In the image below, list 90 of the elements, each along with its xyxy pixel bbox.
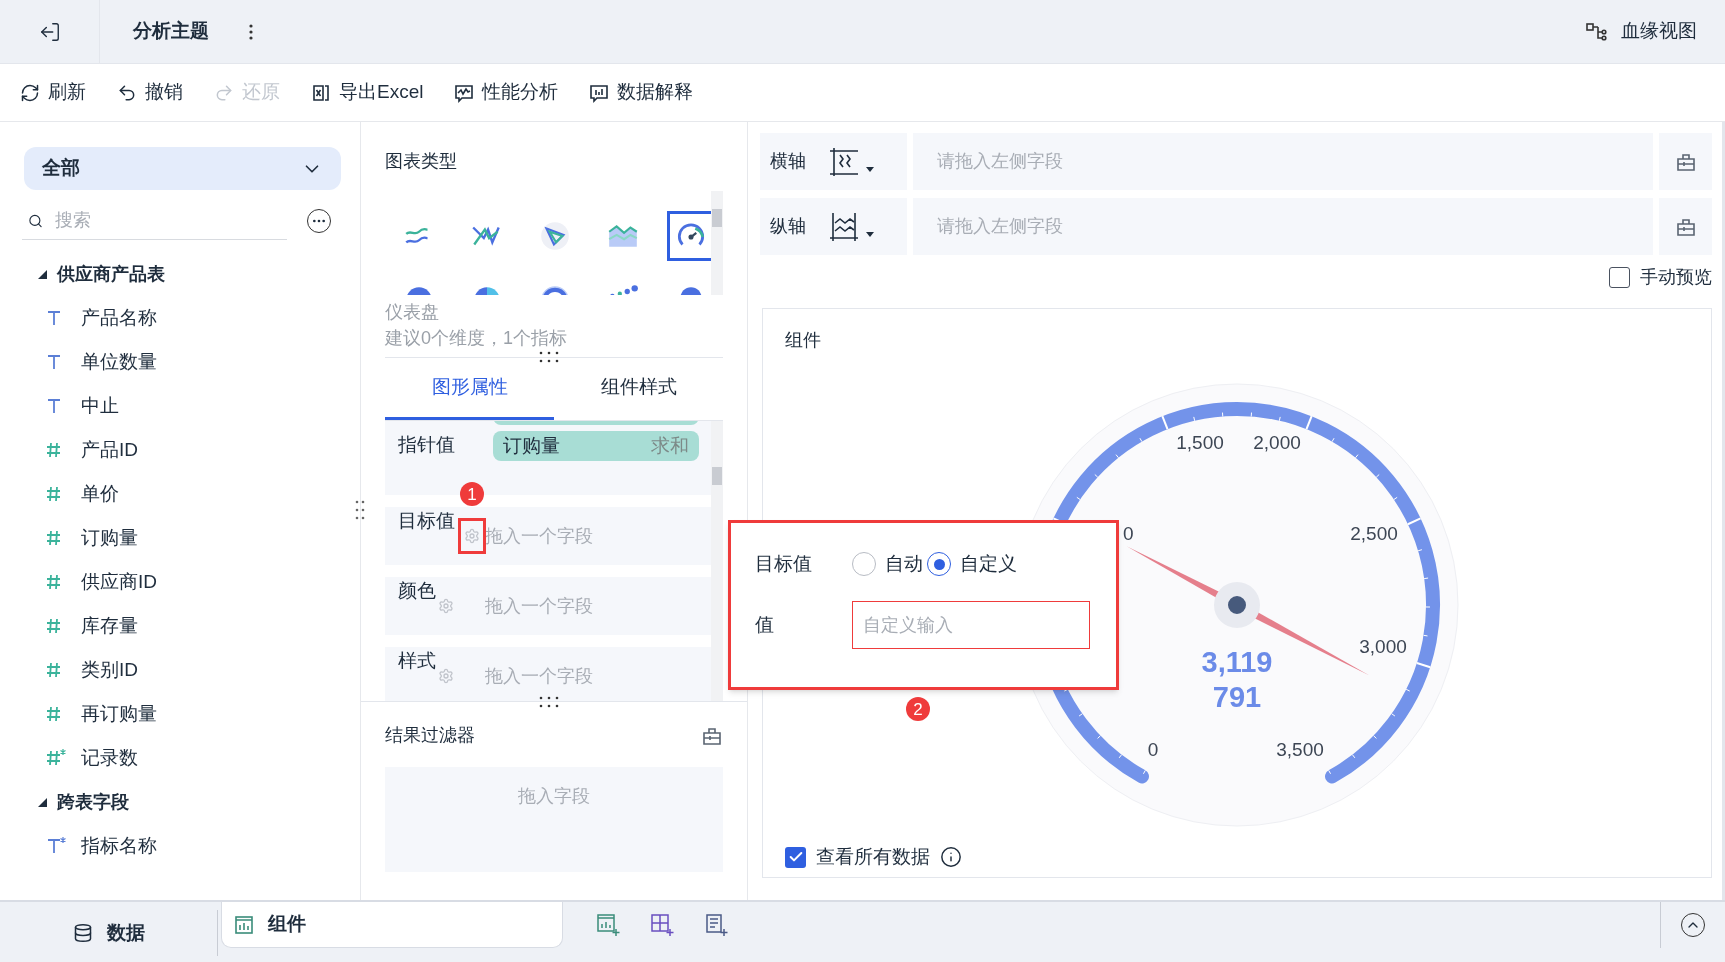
popup-label: 目标值 xyxy=(755,551,813,576)
gauge-tick-label: 3,000 xyxy=(1359,636,1407,657)
toolbar-button[interactable]: 数据解释 xyxy=(589,78,694,107)
gauge-tick-label: 1,500 xyxy=(1176,432,1224,453)
lineage-view-button[interactable]: 血缘视图 xyxy=(1585,17,1697,46)
property-label: 指针值 xyxy=(398,433,456,457)
radio-option[interactable]: 自定义 xyxy=(927,549,1017,579)
property-label: 颜色 xyxy=(398,579,436,603)
dataset-dropdown[interactable]: 全部 xyxy=(24,147,341,190)
exit-icon[interactable] xyxy=(38,20,61,43)
chart-type-name: 仪表盘 xyxy=(385,301,440,324)
axis-label-block[interactable]: 纵轴 xyxy=(760,198,907,255)
field-item[interactable]: 再订购量 xyxy=(0,692,360,736)
gauge-target-value: 791 xyxy=(1212,680,1262,713)
checkbox[interactable] xyxy=(1609,266,1630,288)
axis-icon xyxy=(828,210,860,243)
radio-option[interactable]: 自动 xyxy=(852,549,923,579)
expand-triangle-icon[interactable] xyxy=(38,269,47,279)
field-item[interactable]: 产品名称 xyxy=(0,296,360,340)
toolbar-button[interactable]: 撤销 xyxy=(117,78,183,107)
field-item[interactable]: 库存量 xyxy=(0,604,360,648)
drop-field-hint: 拖入一个字段 xyxy=(485,524,593,548)
gauge-tick-label: 2,500 xyxy=(1350,523,1398,544)
bar-chart-comment-icon xyxy=(589,82,610,103)
axis-label-block[interactable]: 横轴 xyxy=(760,133,907,190)
checkbox-label: 查看所有数据 xyxy=(816,845,930,869)
more-icon[interactable] xyxy=(249,23,253,40)
scrollbar-thumb[interactable] xyxy=(712,209,722,227)
field-item[interactable]: 类别ID xyxy=(0,648,360,692)
info-icon[interactable] xyxy=(940,846,962,869)
property-label: 样式 xyxy=(398,649,436,673)
annotation-number: 1 xyxy=(460,482,484,506)
chart-monitor-icon xyxy=(454,82,475,103)
field-item[interactable]: 中止 xyxy=(0,384,360,428)
bar-chart-icon xyxy=(234,914,254,935)
resize-handle-icon[interactable] xyxy=(539,351,559,363)
chart-type-hint: 建议0个维度，1个指标 xyxy=(385,327,569,350)
gauge-tick-label: 2,000 xyxy=(1253,432,1301,453)
search-field[interactable]: 搜索 xyxy=(55,207,287,234)
caret-icon[interactable] xyxy=(866,167,874,172)
expand-triangle-icon[interactable] xyxy=(38,797,47,807)
add-report-icon[interactable] xyxy=(704,913,728,937)
panel-title: 结果过滤器 xyxy=(385,724,475,747)
field-item[interactable]: 记录数 xyxy=(0,736,360,780)
lineage-icon xyxy=(1585,20,1609,43)
highlight-frame xyxy=(458,518,486,554)
spreadsheet-icon xyxy=(311,82,331,103)
database-icon xyxy=(72,923,93,943)
radar-chart-icon xyxy=(538,219,572,253)
custom-value-field[interactable]: 自定义输入 xyxy=(852,601,1090,649)
field-item[interactable]: 供应商ID xyxy=(0,560,360,604)
table-group-header[interactable]: 供应商产品表 xyxy=(0,252,360,296)
drop-field-hint: 拖入一个字段 xyxy=(485,594,593,618)
add-chart-icon[interactable] xyxy=(596,913,620,937)
caret-icon[interactable] xyxy=(866,232,874,237)
axis-icon xyxy=(828,145,860,178)
popup-label: 值 xyxy=(755,612,775,637)
refresh-icon xyxy=(20,82,40,103)
window-title: 分析主题 xyxy=(133,19,209,44)
table-group-header[interactable]: 跨表字段 xyxy=(0,780,360,824)
bottom-tab[interactable]: 组件 xyxy=(221,902,563,948)
gauge-tick-label: 3,500 xyxy=(1276,739,1324,760)
drop-field-hint: 拖入一个字段 xyxy=(485,664,593,688)
drag-handle-icon[interactable] xyxy=(355,500,365,520)
gauge-tick-label: 0 xyxy=(1147,739,1159,760)
number-field-icon xyxy=(45,748,67,768)
toolbar-button[interactable]: 导出Excel xyxy=(311,78,424,107)
field-item[interactable]: 产品ID xyxy=(0,428,360,472)
tab[interactable]: 组件样式 xyxy=(554,358,723,420)
toolbar-button[interactable]: 性能分析 xyxy=(454,78,559,107)
text-field-icon xyxy=(45,836,67,856)
needle-hub xyxy=(1214,582,1260,628)
field-item[interactable]: 指标名称 xyxy=(0,824,360,868)
resize-handle-icon[interactable] xyxy=(539,696,559,708)
gauge-value: 3,119 xyxy=(1201,645,1273,678)
bottom-tab[interactable]: 数据 xyxy=(0,910,218,956)
widget-title: 组件 xyxy=(785,329,822,352)
scrollbar-thumb[interactable] xyxy=(712,467,722,485)
field-item[interactable]: 单位数量 xyxy=(0,340,360,384)
field-item[interactable]: 订购量 xyxy=(0,516,360,560)
checkbox-label: 手动预览 xyxy=(1640,265,1712,289)
annotation-number: 2 xyxy=(906,697,930,721)
toolbar-button[interactable]: 刷新 xyxy=(20,78,86,107)
property-label: 目标值 xyxy=(398,509,455,533)
checkbox[interactable] xyxy=(785,846,806,868)
field-pill[interactable]: 订购量 求和 xyxy=(493,431,699,461)
panel-title: 图表类型 xyxy=(385,150,458,173)
field-item[interactable]: 单价 xyxy=(0,472,360,516)
add-layout-icon[interactable] xyxy=(650,913,674,937)
gauge-tick-label: 0 xyxy=(1123,523,1134,544)
